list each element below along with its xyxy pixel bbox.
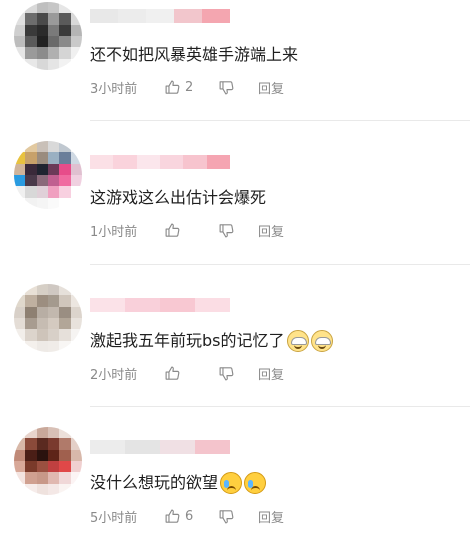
- comment-text: 没什么想玩的欲望: [90, 472, 267, 494]
- comment-text: 激起我五年前玩bs的记忆了: [90, 330, 333, 352]
- thumbs-up-icon: [164, 222, 181, 239]
- divider: [90, 264, 470, 265]
- crying-face-emoji-icon: [220, 472, 243, 494]
- comment-text-content: 还不如把风暴英雄手游端上来: [90, 45, 299, 64]
- avatar[interactable]: [14, 427, 82, 495]
- avatar[interactable]: [14, 2, 82, 70]
- comment-actions: 2小时前 回复: [90, 363, 284, 383]
- comment-text: 这游戏这么出估计会爆死: [90, 187, 266, 209]
- like-button[interactable]: 6: [164, 508, 218, 525]
- comment-text: 还不如把风暴英雄手游端上来: [90, 44, 298, 66]
- comment-time: 3小时前: [90, 81, 138, 97]
- reply-button[interactable]: 回复: [258, 364, 284, 383]
- thumbs-up-icon: [164, 79, 181, 96]
- avatar[interactable]: [14, 141, 82, 209]
- comment-time: 2小时前: [90, 367, 138, 383]
- thumbs-down-icon: [218, 508, 235, 525]
- comment-text-content: 激起我五年前玩bs的记忆了: [90, 331, 285, 350]
- like-count: 6: [185, 508, 194, 524]
- divider: [90, 120, 470, 121]
- like-count: 2: [185, 79, 194, 95]
- thumbs-down-icon: [218, 222, 235, 239]
- thumbs-down-icon: [218, 365, 235, 382]
- like-button[interactable]: 2: [164, 79, 218, 96]
- reply-button[interactable]: 回复: [258, 78, 284, 97]
- username-pixelated[interactable]: [90, 9, 230, 23]
- thumbs-down-icon: [218, 79, 235, 96]
- dislike-button[interactable]: [218, 79, 258, 96]
- comment-text-content: 没什么想玩的欲望: [90, 473, 219, 492]
- reply-button[interactable]: 回复: [258, 221, 284, 240]
- reply-button[interactable]: 回复: [258, 507, 284, 526]
- thumbs-up-icon: [164, 508, 181, 525]
- comment-actions: 1小时前 回复: [90, 220, 284, 240]
- like-button[interactable]: [164, 365, 218, 382]
- dislike-button[interactable]: [218, 222, 258, 239]
- dislike-button[interactable]: [218, 365, 258, 382]
- comment-time: 1小时前: [90, 224, 138, 240]
- divider: [90, 406, 470, 407]
- thumbs-up-icon: [164, 365, 181, 382]
- comment-actions: 3小时前 2 回复: [90, 77, 284, 97]
- crying-face-emoji-icon: [244, 472, 267, 494]
- like-button[interactable]: [164, 222, 218, 239]
- username-pixelated[interactable]: [90, 298, 230, 312]
- comment-time: 5小时前: [90, 510, 138, 526]
- party-face-emoji-icon: [310, 330, 333, 352]
- dislike-button[interactable]: [218, 508, 258, 525]
- party-face-emoji-icon: [286, 330, 309, 352]
- comment-actions: 5小时前 6 回复: [90, 506, 284, 526]
- username-pixelated[interactable]: [90, 155, 230, 169]
- username-pixelated[interactable]: [90, 440, 230, 454]
- avatar[interactable]: [14, 284, 82, 352]
- comment-text-content: 这游戏这么出估计会爆死: [90, 188, 267, 207]
